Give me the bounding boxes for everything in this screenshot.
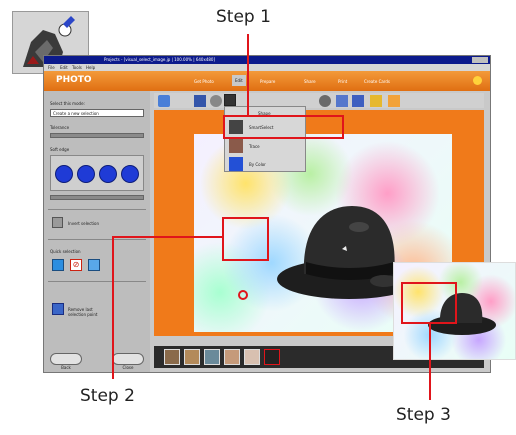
tab-edit[interactable]: Edit [232, 75, 246, 86]
help-icon[interactable] [473, 76, 482, 85]
select-mode-value: Create a new selection [53, 111, 99, 116]
panel-divider [48, 281, 146, 282]
clear-selection-icon[interactable] [88, 259, 100, 271]
close-button[interactable]: Close [112, 353, 144, 370]
title-bar: Projects - [visual_select_image.jp | 100… [44, 56, 490, 64]
remove-selection-icon[interactable]: ⊘ [70, 259, 82, 271]
menu-file[interactable]: File [48, 65, 55, 70]
rotate-icon[interactable] [319, 95, 331, 107]
step1-connector [247, 34, 249, 116]
smartselect-cursor-icon [238, 290, 248, 300]
tab-prepare[interactable]: Prepare [260, 79, 275, 84]
brush-size-3[interactable] [99, 165, 117, 183]
thumbnail-1[interactable] [164, 349, 180, 365]
panel-divider [48, 209, 146, 210]
tolerance-slider[interactable] [50, 133, 144, 138]
tolerance-label: Tolerance [50, 125, 70, 130]
by-color-icon [229, 157, 243, 171]
tab-get-photo[interactable]: Get Photo [194, 79, 214, 84]
palette-icon[interactable] [370, 95, 382, 107]
app-logo: PHOTO [56, 75, 92, 85]
left-panel: Select this mode: Create a new selection… [44, 91, 150, 372]
canvas-toolbar [154, 93, 484, 108]
undo-icon[interactable] [210, 95, 222, 107]
step2-connector-v [112, 236, 114, 379]
step3-connector [429, 323, 431, 400]
filter-icon[interactable] [352, 95, 364, 107]
highlight-result [401, 282, 457, 324]
header-band: PHOTO Get Photo Edit Prepare Share Print… [44, 71, 490, 91]
menu-item-by-color[interactable]: By Color [227, 156, 303, 172]
menu-help[interactable]: Help [86, 65, 95, 70]
step2-label: Step 2 [80, 386, 135, 406]
tab-share[interactable]: Share [304, 79, 316, 84]
remove-point-icon[interactable] [52, 303, 64, 315]
panel-divider [48, 239, 146, 240]
menu-item-label: By Color [249, 162, 266, 167]
soft-edge-slider[interactable] [50, 195, 144, 200]
thumbnail-6[interactable] [264, 349, 280, 365]
brush-size-2[interactable] [77, 165, 95, 183]
back-button-label: Back [61, 365, 71, 370]
step2-connector-h [112, 236, 223, 238]
zoom-icon[interactable] [158, 95, 170, 107]
trace-icon [229, 139, 243, 153]
thumbnail-2[interactable] [184, 349, 200, 365]
thumbnail-5[interactable] [244, 349, 260, 365]
invert-icon[interactable] [52, 217, 63, 228]
brush-size-1[interactable] [55, 165, 73, 183]
shape-tool-icon[interactable] [224, 94, 236, 106]
highlight-click-point [222, 217, 269, 261]
close-button-label: Close [122, 365, 134, 370]
save-icon[interactable] [194, 95, 206, 107]
select-mode-label: Select this mode: [50, 101, 85, 106]
step1-label: Step 1 [216, 7, 271, 27]
invert-label[interactable]: Invert selection [68, 221, 99, 226]
window-controls[interactable] [472, 57, 488, 63]
menu-tools[interactable]: Tools [72, 65, 82, 70]
menu-edit[interactable]: Edit [60, 65, 68, 70]
text-icon[interactable] [336, 95, 348, 107]
crop-icon[interactable] [388, 95, 400, 107]
menu-bar: File Edit Tools Help [44, 64, 490, 71]
window-title: Projects - [visual_select_image.jp | 100… [104, 57, 216, 62]
thumbnail-4[interactable] [224, 349, 240, 365]
nav-tabs: Get Photo Edit Prepare Share Print Creat… [194, 75, 434, 87]
remove-point-label[interactable]: Remove last selection point [68, 307, 104, 317]
thumbnail-3[interactable] [204, 349, 220, 365]
menu-item-trace[interactable]: Trace [227, 138, 303, 154]
menu-item-label: Trace [249, 144, 260, 149]
tab-print[interactable]: Print [338, 79, 347, 84]
select-mode-dropdown[interactable]: Create a new selection [50, 109, 144, 117]
quick-selection-label: Quick selection [50, 249, 81, 254]
highlight-smartselect [223, 115, 344, 139]
add-selection-icon[interactable] [52, 259, 64, 271]
step3-label: Step 3 [396, 405, 451, 425]
brush-size-4[interactable] [121, 165, 139, 183]
tab-create-cards[interactable]: Create Cards [364, 79, 390, 84]
brush-size-picker[interactable] [50, 155, 144, 191]
soft-edge-label: Soft edge [50, 147, 70, 152]
back-button[interactable]: Back [50, 353, 82, 370]
